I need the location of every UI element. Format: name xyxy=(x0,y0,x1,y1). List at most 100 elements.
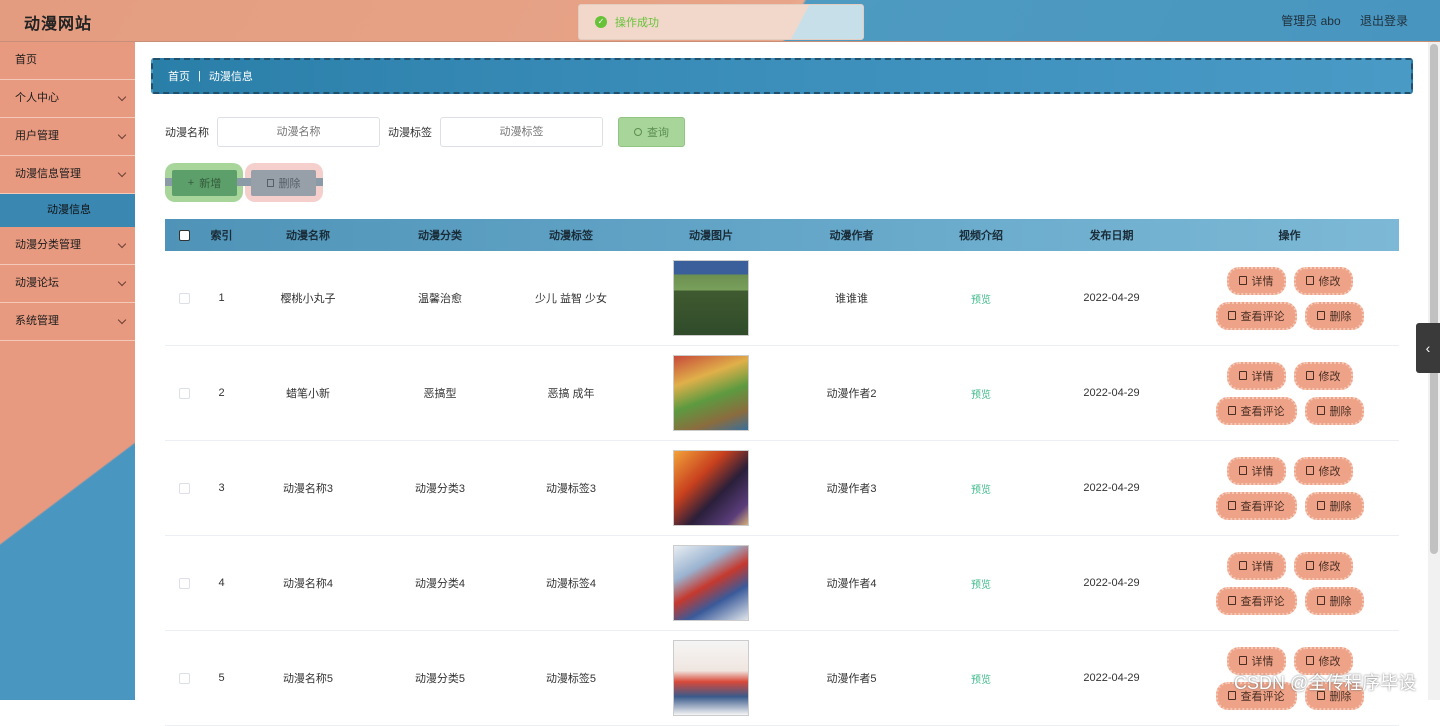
sidebar-item-personal-center[interactable]: 个人中心 xyxy=(0,80,135,118)
logout-link[interactable]: 退出登录 xyxy=(1360,14,1408,28)
sidebar-item-label: 动漫信息 xyxy=(47,204,91,216)
sidebar-item-home[interactable]: 首页 xyxy=(0,42,135,80)
panel-toggle-button[interactable]: ‹ xyxy=(1416,323,1440,373)
sidebar-subitem-anime-info[interactable]: 动漫信息 xyxy=(0,194,135,227)
video-preview-link[interactable]: 预览 xyxy=(971,485,991,496)
video-preview-link[interactable]: 预览 xyxy=(971,675,991,686)
row-select-cell xyxy=(165,482,203,494)
row-checkbox[interactable] xyxy=(178,292,190,304)
scrollbar-thumb[interactable] xyxy=(1430,44,1438,554)
delete-row-button[interactable]: 删除 xyxy=(1304,586,1364,615)
view-comments-button[interactable]: 查看评论 xyxy=(1215,491,1297,520)
query-button[interactable]: 查询 xyxy=(618,117,685,147)
csdn-watermark: CSDN @全传程序毕设 xyxy=(1234,673,1417,693)
row-name: 樱桃小丸子 xyxy=(280,293,336,305)
view-comments-button[interactable]: 查看评论 xyxy=(1215,396,1297,425)
chevron-down-icon xyxy=(117,239,127,249)
delete-label: 删除 xyxy=(1329,595,1352,608)
sidebar-item-user-management[interactable]: 用户管理 xyxy=(0,118,135,156)
row-name: 动漫名称5 xyxy=(282,673,334,685)
batch-delete-button[interactable]: 删除 xyxy=(251,170,316,196)
decor-bar xyxy=(165,178,172,186)
edit-label: 修改 xyxy=(1318,275,1341,288)
decor-bar xyxy=(316,178,323,186)
table-row: 4 动漫名称4 动漫分类4 动漫标签4 动漫作者4 预览 2022-04-29 … xyxy=(165,536,1399,631)
sidebar-menu: 首页 个人中心 用户管理 动漫信息管理 动漫信息 动漫分类管理 动漫论坛 系统管… xyxy=(0,42,135,700)
video-preview-link[interactable]: 预览 xyxy=(971,295,991,306)
view-comments-button[interactable]: 查看评论 xyxy=(1215,301,1297,330)
row-checkbox[interactable] xyxy=(178,387,190,399)
tag-search-label: 动漫标签 xyxy=(388,127,432,139)
breadcrumb-home[interactable]: 首页 xyxy=(168,68,190,84)
header-video: 视频介绍 xyxy=(959,230,1003,242)
sidebar-item-forum[interactable]: 动漫论坛 xyxy=(0,265,135,303)
detail-button[interactable]: 详情 xyxy=(1226,456,1286,485)
row-select-cell xyxy=(165,387,203,399)
row-author: 谁谁谁 xyxy=(835,293,868,305)
name-search-input[interactable] xyxy=(217,117,380,147)
trash-icon xyxy=(1316,311,1325,320)
row-tags: 动漫标签5 xyxy=(545,673,597,685)
view-comments-button[interactable]: 查看评论 xyxy=(1215,586,1297,615)
chevron-down-icon xyxy=(117,168,127,178)
row-checkbox[interactable] xyxy=(178,482,190,494)
breadcrumb-separator: | xyxy=(198,70,201,82)
anime-thumbnail[interactable] xyxy=(673,450,749,526)
success-toast: ✓ 操作成功 xyxy=(578,4,864,40)
detail-label: 详情 xyxy=(1251,370,1274,383)
row-select-cell xyxy=(165,672,203,684)
tag-search-input[interactable] xyxy=(440,117,603,147)
pencil-icon xyxy=(1305,466,1314,475)
row-category: 动漫分类4 xyxy=(414,578,466,590)
delete-row-button[interactable]: 删除 xyxy=(1304,491,1364,520)
anime-thumbnail[interactable] xyxy=(673,640,749,716)
anime-thumbnail[interactable] xyxy=(673,355,749,431)
edit-button[interactable]: 修改 xyxy=(1293,266,1353,295)
row-checkbox[interactable] xyxy=(178,672,190,684)
row-checkbox[interactable] xyxy=(178,577,190,589)
row-tags: 动漫标签3 xyxy=(545,483,597,495)
detail-button[interactable]: 详情 xyxy=(1226,551,1286,580)
sidebar-item-label: 动漫信息管理 xyxy=(15,168,81,180)
row-category: 动漫分类5 xyxy=(414,673,466,685)
query-button-label: 查询 xyxy=(647,127,669,139)
comments-label: 查看评论 xyxy=(1240,500,1285,513)
admin-user-label: 管理员 abo xyxy=(1281,14,1341,28)
row-video-cell: 预览 xyxy=(919,291,1043,306)
row-image-cell xyxy=(638,545,784,621)
video-preview-link[interactable]: 预览 xyxy=(971,580,991,591)
detail-button[interactable]: 详情 xyxy=(1226,361,1286,390)
row-category: 动漫分类3 xyxy=(414,483,466,495)
edit-button[interactable]: 修改 xyxy=(1293,456,1353,485)
video-preview-link[interactable]: 预览 xyxy=(971,390,991,401)
pencil-icon xyxy=(1227,311,1236,320)
anime-thumbnail[interactable] xyxy=(673,260,749,336)
row-select-cell xyxy=(165,292,203,304)
row-ops: 详情 修改 查看评论 删除 xyxy=(1180,361,1399,425)
header-tags: 动漫标签 xyxy=(549,230,593,242)
sidebar-item-system-management[interactable]: 系统管理 xyxy=(0,303,135,341)
row-index: 4 xyxy=(218,577,225,589)
header-index: 索引 xyxy=(210,230,233,242)
row-date: 2022-04-29 xyxy=(1083,577,1140,589)
edit-button[interactable]: 修改 xyxy=(1293,361,1353,390)
breadcrumb: 首页 | 动漫信息 xyxy=(151,58,1413,94)
detail-label: 详情 xyxy=(1251,465,1274,478)
table-header: 索引 动漫名称 动漫分类 动漫标签 动漫图片 动漫作者 视频介绍 发布日期 操作 xyxy=(165,219,1399,251)
row-index: 5 xyxy=(218,672,225,684)
detail-label: 详情 xyxy=(1251,655,1274,668)
detail-button[interactable]: 详情 xyxy=(1226,266,1286,295)
sidebar-item-anime-info-management[interactable]: 动漫信息管理 xyxy=(0,156,135,194)
trash-icon xyxy=(266,179,274,187)
delete-row-button[interactable]: 删除 xyxy=(1304,396,1364,425)
add-button[interactable]: + 新增 xyxy=(172,170,237,196)
anime-thumbnail[interactable] xyxy=(673,545,749,621)
row-ops: 详情 修改 查看评论 删除 xyxy=(1180,551,1399,615)
select-all-checkbox[interactable] xyxy=(178,229,190,241)
header-date: 发布日期 xyxy=(1089,230,1134,242)
edit-button[interactable]: 修改 xyxy=(1293,551,1353,580)
row-name: 动漫名称4 xyxy=(282,578,334,590)
sidebar-item-category-management[interactable]: 动漫分类管理 xyxy=(0,227,135,265)
delete-row-button[interactable]: 删除 xyxy=(1304,301,1364,330)
comments-label: 查看评论 xyxy=(1240,595,1285,608)
